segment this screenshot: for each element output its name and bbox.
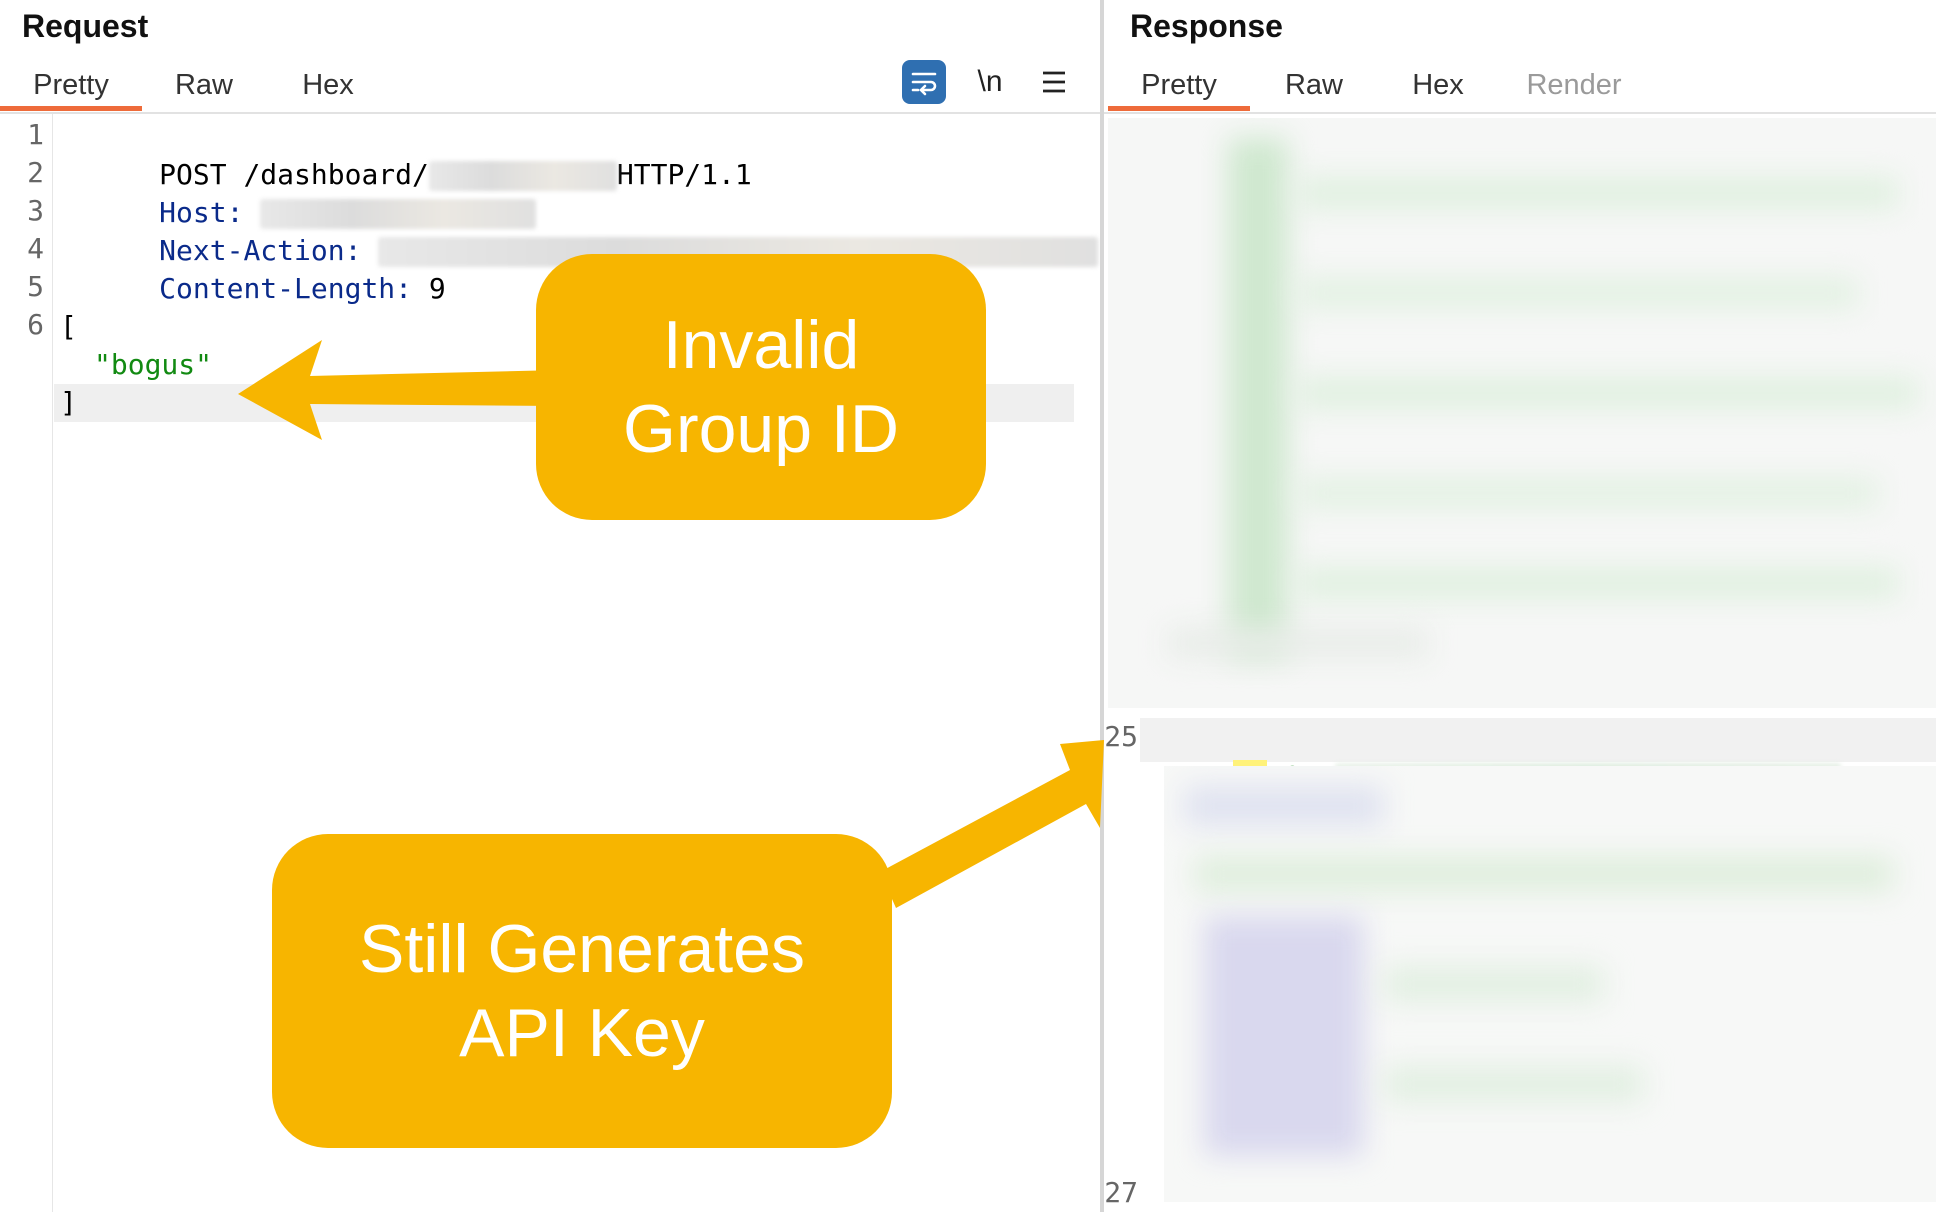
arrow-to-api-key — [880, 740, 1104, 908]
arrow-to-bogus — [238, 340, 560, 440]
callout-invalid-line2: Group ID — [623, 391, 899, 467]
callout-invalid-group-id: Invalid Group ID — [536, 254, 986, 520]
callout-api-key-line1: Still Generates — [359, 911, 805, 987]
callout-invalid-line1: Invalid — [662, 307, 860, 383]
callout-still-generates-api-key: Still Generates API Key — [272, 834, 892, 1148]
callout-api-key-line2: API Key — [459, 995, 705, 1071]
